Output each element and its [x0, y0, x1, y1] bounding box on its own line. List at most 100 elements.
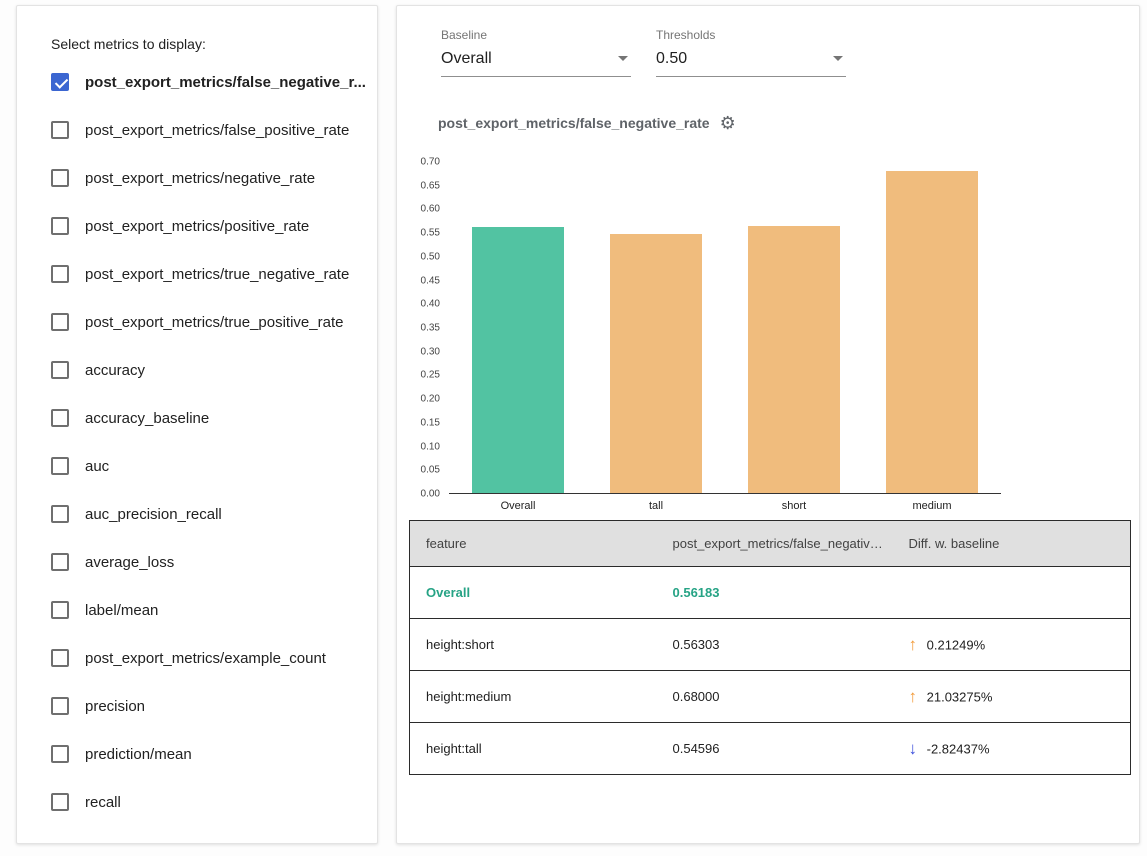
bar-medium[interactable]: [886, 171, 978, 494]
y-axis-tick-label: 0.60: [421, 204, 440, 215]
chevron-down-icon: [618, 56, 628, 61]
table-row[interactable]: height:tall 0.54596 ↓ -2.82437%: [410, 723, 1131, 775]
bar-tall[interactable]: [610, 234, 702, 493]
metric-checkbox-item[interactable]: accuracy_baseline: [17, 394, 377, 442]
chart-bars: [449, 162, 1001, 493]
metric-checkbox-item[interactable]: prediction/mean: [17, 730, 377, 778]
metric-checkbox-item[interactable]: post_export_metrics/true_positive_rate: [17, 298, 377, 346]
cell-feature: Overall: [410, 567, 657, 619]
checkbox-icon[interactable]: [51, 553, 69, 571]
checkbox-icon[interactable]: [51, 121, 69, 139]
y-axis-tick-label: 0.45: [421, 275, 440, 286]
y-axis-tick-label: 0.20: [421, 394, 440, 405]
baseline-select[interactable]: Baseline Overall: [441, 28, 631, 77]
table-body: Overall 0.56183 height:short 0.56303 ↑ 0…: [410, 567, 1131, 775]
checkbox-icon[interactable]: [51, 361, 69, 379]
metric-checkbox-item[interactable]: post_export_metrics/negative_rate: [17, 154, 377, 202]
cell-diff: ↑ 21.03275%: [893, 671, 1131, 723]
checkbox-icon[interactable]: [51, 73, 69, 91]
y-axis-tick-label: 0.70: [421, 157, 440, 168]
bar-slot: [449, 227, 587, 493]
thresholds-selected-option: 0.50: [656, 50, 687, 67]
metric-label: label/mean: [85, 602, 158, 619]
checkbox-icon[interactable]: [51, 265, 69, 283]
metric-checkbox-item[interactable]: post_export_metrics/positive_rate: [17, 202, 377, 250]
metric-label: prediction/mean: [85, 746, 192, 763]
chart-plot-area: [449, 162, 1001, 494]
metric-checkbox-item[interactable]: post_export_metrics/true_negative_rate: [17, 250, 377, 298]
bar-short[interactable]: [748, 226, 840, 493]
metric-label: post_export_metrics/negative_rate: [85, 170, 315, 187]
y-axis-tick-label: 0.15: [421, 417, 440, 428]
bar-slot: [587, 234, 725, 493]
metric-checkbox-item[interactable]: post_export_metrics/false_positive_rate: [17, 106, 377, 154]
metric-checkbox-item[interactable]: recall: [17, 778, 377, 826]
x-axis-label: medium: [863, 500, 1001, 512]
x-axis-label: Overall: [449, 500, 587, 512]
metric-selector-title: Select metrics to display:: [17, 6, 377, 58]
cell-feature: height:medium: [410, 671, 657, 723]
cell-feature: height:tall: [410, 723, 657, 775]
bar-Overall[interactable]: [472, 227, 564, 493]
metric-checkbox-item[interactable]: auc: [17, 442, 377, 490]
checkbox-icon[interactable]: [51, 745, 69, 763]
chevron-down-icon: [833, 56, 843, 61]
baseline-value[interactable]: Overall: [441, 45, 631, 77]
diff-text: -2.82437%: [927, 741, 990, 756]
y-axis-tick-label: 0.55: [421, 228, 440, 239]
metric-label: post_export_metrics/false_negative_r...: [85, 74, 366, 91]
metric-selector-panel: Select metrics to display: post_export_m…: [16, 5, 378, 844]
thresholds-select[interactable]: Thresholds 0.50: [656, 28, 846, 77]
diff-text: 0.21249%: [927, 637, 986, 652]
checkbox-icon[interactable]: [51, 505, 69, 523]
metric-label: post_export_metrics/false_positive_rate: [85, 122, 349, 139]
metric-checkbox-item[interactable]: post_export_metrics/false_negative_r...: [17, 58, 377, 106]
metric-label: precision: [85, 698, 145, 715]
y-axis-tick-label: 0.65: [421, 180, 440, 191]
metric-checkbox-item[interactable]: precision: [17, 682, 377, 730]
metric-label: post_export_metrics/positive_rate: [85, 218, 309, 235]
cell-value: 0.54596: [657, 723, 893, 775]
checkbox-icon[interactable]: [51, 409, 69, 427]
table-row[interactable]: height:short 0.56303 ↑ 0.21249%: [410, 619, 1131, 671]
cell-diff: ↑ 0.21249%: [893, 619, 1131, 671]
checkbox-icon[interactable]: [51, 697, 69, 715]
checkbox-icon[interactable]: [51, 457, 69, 475]
checkbox-icon[interactable]: [51, 169, 69, 187]
table-row[interactable]: Overall 0.56183: [410, 567, 1131, 619]
y-axis-tick-label: 0.30: [421, 346, 440, 357]
gear-icon[interactable]: ⚙: [720, 114, 736, 132]
diff-arrow-icon: ↓: [909, 739, 918, 758]
metric-label: post_export_metrics/example_count: [85, 650, 326, 667]
metric-checkbox-item[interactable]: accuracy: [17, 346, 377, 394]
chart-y-axis: 0.000.050.100.150.200.250.300.350.400.45…: [397, 162, 444, 494]
diff-arrow-icon: ↑: [909, 635, 918, 654]
metric-label: auc: [85, 458, 109, 475]
diff-text: 21.03275%: [927, 689, 993, 704]
chart-title: post_export_metrics/false_negative_rate: [438, 115, 710, 131]
y-axis-tick-label: 0.10: [421, 441, 440, 452]
metric-label: auc_precision_recall: [85, 506, 222, 523]
checkbox-icon[interactable]: [51, 649, 69, 667]
checkbox-icon[interactable]: [51, 793, 69, 811]
metric-checkbox-item[interactable]: post_export_metrics/example_count: [17, 634, 377, 682]
metric-checkbox-item[interactable]: average_loss: [17, 538, 377, 586]
checkbox-icon[interactable]: [51, 313, 69, 331]
cell-diff: ↓ -2.82437%: [893, 723, 1131, 775]
baseline-selected-option: Overall: [441, 50, 492, 67]
metric-label: recall: [85, 794, 121, 811]
metric-results-panel: Baseline Overall Thresholds 0.50 post_ex…: [396, 5, 1140, 844]
metric-checkbox-item[interactable]: label/mean: [17, 586, 377, 634]
thresholds-value[interactable]: 0.50: [656, 45, 846, 77]
thresholds-label: Thresholds: [656, 28, 846, 42]
bar-slot: [725, 226, 863, 493]
header-feature: feature: [410, 521, 657, 567]
diff-arrow-icon: ↑: [909, 687, 918, 706]
checkbox-icon[interactable]: [51, 601, 69, 619]
cell-feature: height:short: [410, 619, 657, 671]
y-axis-tick-label: 0.25: [421, 370, 440, 381]
table-row[interactable]: height:medium 0.68000 ↑ 21.03275%: [410, 671, 1131, 723]
metric-checkbox-item[interactable]: auc_precision_recall: [17, 490, 377, 538]
checkbox-icon[interactable]: [51, 217, 69, 235]
metric-label: accuracy_baseline: [85, 410, 209, 427]
